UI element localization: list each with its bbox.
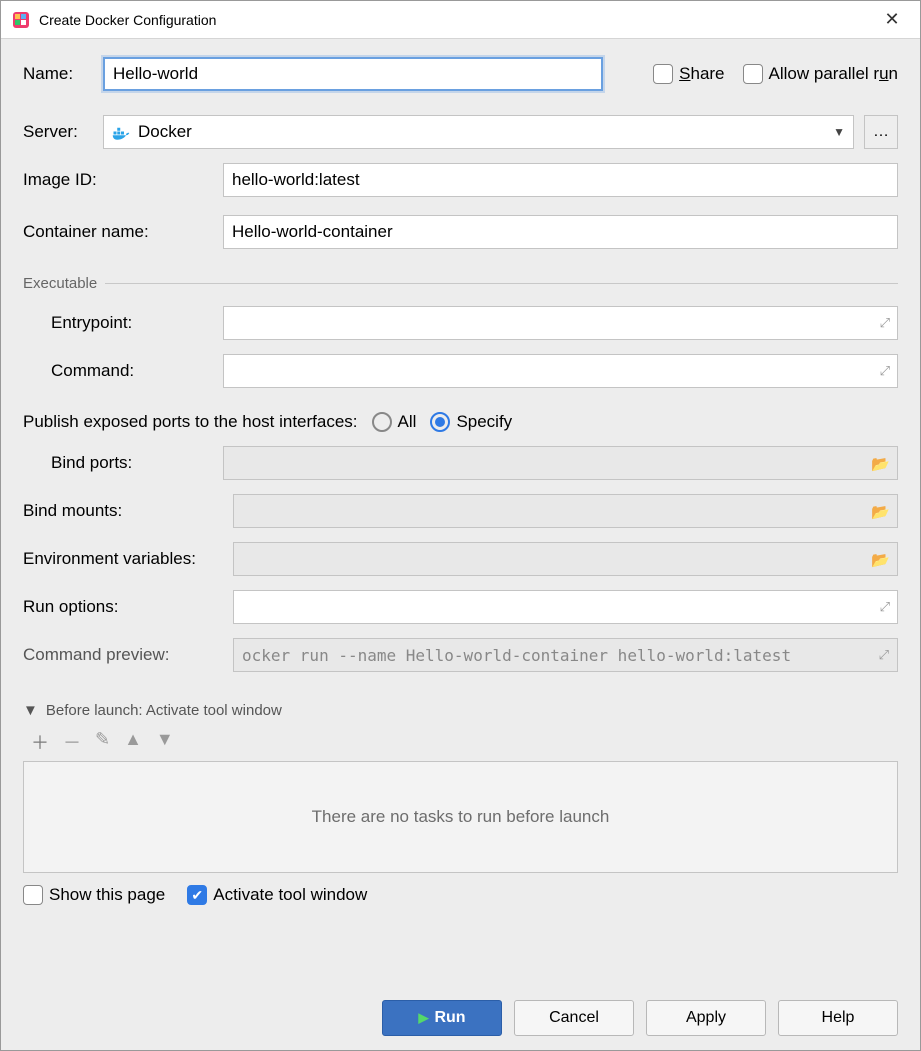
folder-icon[interactable]: 📂 [871, 551, 890, 569]
docker-icon [112, 125, 130, 139]
share-label-rest: hare [690, 64, 724, 83]
apply-button[interactable]: Apply [646, 1000, 766, 1036]
bind-ports-label: Bind ports: [51, 453, 223, 473]
image-container-group: Image ID: Container name: [23, 163, 898, 267]
server-label: Server: [23, 122, 103, 142]
command-input[interactable] [223, 354, 898, 388]
container-name-label: Container name: [23, 222, 223, 242]
cancel-button[interactable]: Cancel [514, 1000, 634, 1036]
titlebar: Create Docker Configuration ✕ [1, 1, 920, 39]
play-icon: ▶ [418, 1010, 428, 1026]
help-button[interactable]: Help [778, 1000, 898, 1036]
show-page-checkbox[interactable]: Show this page [23, 885, 165, 905]
add-icon[interactable]: ＋ [31, 729, 49, 755]
bind-mounts-input[interactable] [233, 494, 898, 528]
radio-icon [430, 412, 450, 432]
run-options-input[interactable] [233, 590, 898, 624]
footer-checkbox-row: Show this page ✔ Activate tool window [23, 885, 898, 905]
dialog-content: Name: Share Allow parallel run Server: D… [1, 39, 920, 1050]
entrypoint-input[interactable] [223, 306, 898, 340]
folder-icon[interactable]: 📂 [871, 455, 890, 473]
app-icon [11, 10, 31, 30]
publish-ports-row: Publish exposed ports to the host interf… [23, 412, 898, 432]
env-vars-label: Environment variables: [23, 549, 233, 569]
move-down-icon[interactable]: ▼ [156, 729, 174, 755]
expand-icon[interactable]: ⤢ [880, 315, 890, 331]
chevron-down-icon: ▼ [833, 125, 845, 139]
activate-tool-window-checkbox[interactable]: ✔ Activate tool window [187, 885, 367, 905]
server-more-button[interactable]: … [864, 115, 898, 149]
window-title: Create Docker Configuration [39, 12, 216, 28]
share-checkbox[interactable]: Share [653, 64, 724, 84]
bind-ports-input[interactable] [223, 446, 898, 480]
name-label: Name: [23, 64, 103, 84]
server-value: Docker [138, 122, 192, 142]
checkbox-icon: ✔ [187, 885, 207, 905]
allow-parallel-checkbox[interactable]: Allow parallel run [743, 64, 898, 84]
run-button[interactable]: ▶ Run [382, 1000, 502, 1036]
run-options-label: Run options: [23, 597, 233, 617]
executable-header: Executable [23, 275, 898, 292]
entrypoint-label: Entrypoint: [51, 313, 223, 333]
before-launch-toolbar: ＋ － ✎ ▲ ▼ [23, 727, 898, 761]
move-up-icon[interactable]: ▲ [124, 729, 142, 755]
remove-icon[interactable]: － [63, 729, 81, 755]
checkbox-icon [743, 64, 763, 84]
ports-specify-radio[interactable]: Specify [430, 412, 512, 432]
close-icon[interactable]: ✕ [874, 9, 910, 30]
checkbox-icon [653, 64, 673, 84]
server-select[interactable]: Docker ▼ [103, 115, 854, 149]
container-name-input[interactable] [223, 215, 898, 249]
edit-icon[interactable]: ✎ [95, 729, 110, 755]
chevron-down-icon: ▼ [23, 702, 38, 719]
bind-ports-group: Bind ports: 📂 [23, 446, 898, 494]
before-launch-header[interactable]: ▼ Before launch: Activate tool window [23, 702, 898, 719]
expand-icon[interactable]: ⤢ [880, 363, 890, 379]
dialog-window: Create Docker Configuration ✕ Name: Shar… [0, 0, 921, 1051]
server-row: Server: Docker ▼ … [23, 115, 898, 149]
checkbox-icon [23, 885, 43, 905]
command-label: Command: [51, 361, 223, 381]
executable-group: Entrypoint: ⤢ Command: ⤢ [23, 306, 898, 402]
bind-mounts-label: Bind mounts: [23, 501, 233, 521]
name-row: Name: Share Allow parallel run [23, 57, 898, 91]
folder-icon[interactable]: 📂 [871, 503, 890, 521]
image-id-input[interactable] [223, 163, 898, 197]
image-id-label: Image ID: [23, 170, 223, 190]
name-input[interactable] [103, 57, 603, 91]
publish-ports-label: Publish exposed ports to the host interf… [23, 412, 358, 432]
command-preview: ocker run --name Hello-world-container h… [233, 638, 898, 672]
command-preview-label: Command preview: [23, 645, 233, 665]
env-vars-input[interactable] [233, 542, 898, 576]
before-launch-tasks: There are no tasks to run before launch [23, 761, 898, 873]
expand-icon[interactable]: ⤢ [880, 599, 890, 615]
ports-all-radio[interactable]: All [372, 412, 417, 432]
expand-icon[interactable]: ⤢ [879, 648, 889, 663]
radio-icon [372, 412, 392, 432]
dialog-buttons: ▶ Run Cancel Apply Help [23, 1000, 898, 1036]
